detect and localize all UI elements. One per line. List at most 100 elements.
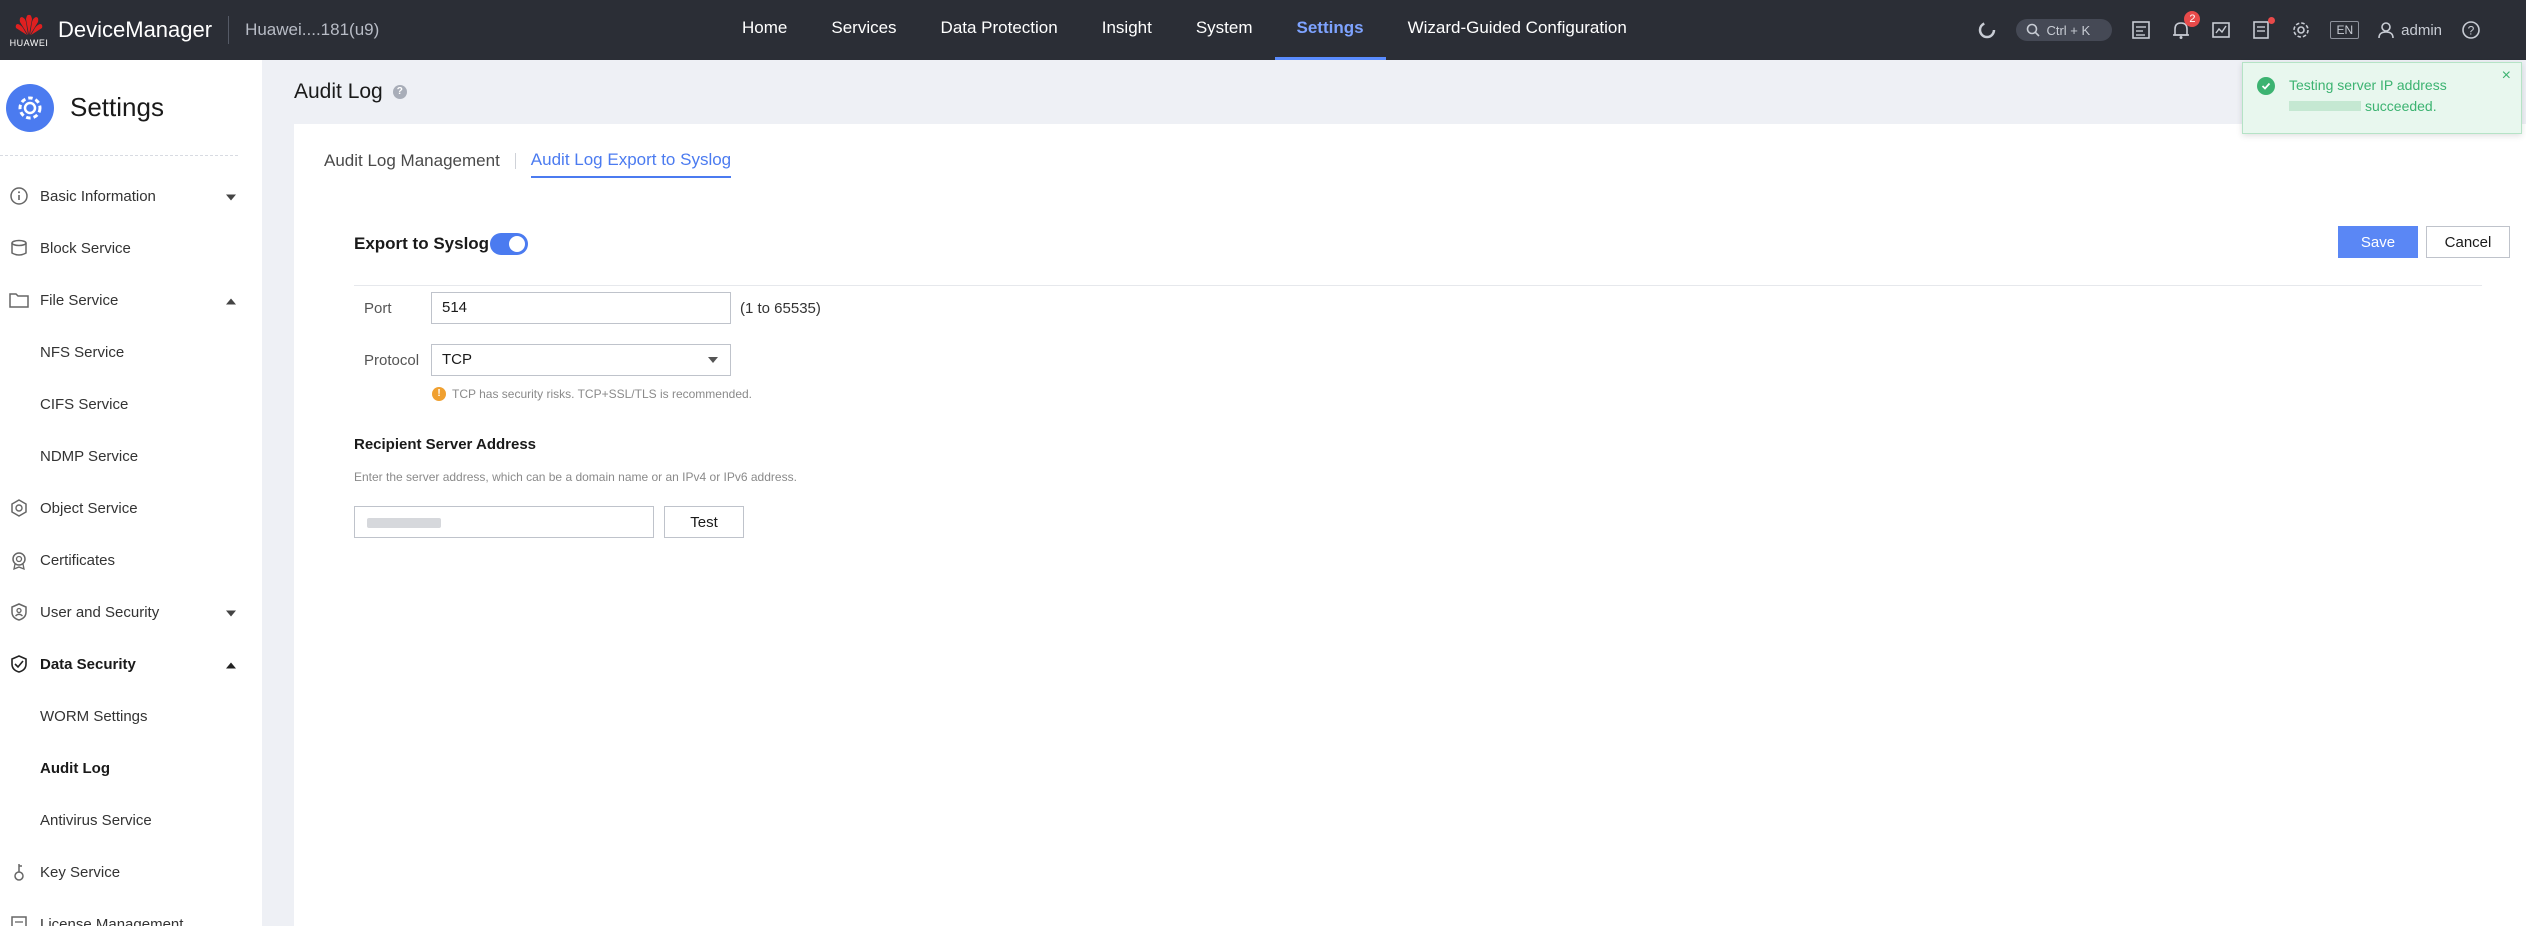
sidebar-item-label: Certificates (40, 551, 116, 569)
brand: HUAWEI DeviceManager Huawei....181(u9) (0, 0, 379, 60)
tab-audit-log-export-to-syslog[interactable]: Audit Log Export to Syslog (530, 150, 732, 178)
app-name: DeviceManager (58, 17, 213, 42)
sidebar-item-nfs-service[interactable]: NFS Service (0, 326, 262, 378)
sidebar-item-label: Audit Log (40, 759, 110, 777)
sidebar-item-basic-information[interactable]: Basic Information (0, 170, 262, 222)
sidebar-menu: Basic Information Block Service File Ser… (0, 170, 262, 926)
sidebar: Settings Basic Information Block Service… (0, 60, 262, 926)
tab-divider (514, 153, 516, 169)
main-panel: Audit Log Management Audit Log Export to… (294, 124, 2526, 926)
caret-up-icon (226, 656, 236, 673)
monitor-chart-icon[interactable] (2210, 19, 2232, 41)
protocol-warning-text: TCP has security risks. TCP+SSL/TLS is r… (452, 387, 752, 401)
sidebar-item-file-service[interactable]: File Service (0, 274, 262, 326)
settings-gear-icon (6, 83, 54, 132)
cancel-button[interactable]: Cancel (2426, 226, 2510, 258)
huawei-logo: HUAWEI (10, 7, 48, 53)
tabs: Audit Log Management Audit Log Export to… (324, 150, 732, 178)
export-to-syslog-label: Export to Syslog (354, 234, 490, 253)
chevron-down-icon (708, 357, 718, 363)
alarm-dot (2268, 17, 2276, 24)
recipient-server-address-hint: Enter the server address, which can be a… (354, 470, 797, 484)
nav-data-protection[interactable]: Data Protection (919, 0, 1080, 60)
user-menu[interactable]: admin (2377, 21, 2442, 39)
user-shield-icon (8, 601, 30, 623)
gear-icon[interactable] (2290, 19, 2312, 41)
warning-icon: ! (432, 387, 446, 401)
object-icon (8, 497, 30, 519)
task-list-icon[interactable] (2130, 19, 2152, 41)
page-title: Audit Log ? (294, 80, 407, 104)
notification-badge: 2 (2184, 11, 2201, 27)
nav-settings[interactable]: Settings (1274, 0, 1386, 60)
recipient-server-address-input[interactable] (354, 506, 654, 538)
sidebar-item-object-service[interactable]: Object Service (0, 482, 262, 534)
sidebar-item-key-service[interactable]: Key Service (0, 846, 262, 898)
device-name[interactable]: Huawei....181(u9) (245, 20, 379, 40)
caret-down-icon (226, 188, 236, 205)
sidebar-item-user-and-security[interactable]: User and Security (0, 586, 262, 638)
info-icon (8, 185, 30, 207)
tab-audit-log-management[interactable]: Audit Log Management (324, 151, 500, 177)
sidebar-item-certificates[interactable]: Certificates (0, 534, 262, 586)
help-icon[interactable]: ? (392, 85, 407, 99)
nav-system[interactable]: System (1174, 0, 1275, 60)
sidebar-item-block-service[interactable]: Block Service (0, 222, 262, 274)
help-icon[interactable]: ? (2460, 19, 2482, 41)
redacted-address (367, 518, 441, 528)
sidebar-item-label: Antivirus Service (40, 811, 152, 829)
port-label: Port (364, 300, 392, 317)
huawei-flower-icon (15, 14, 43, 35)
sidebar-item-label: License Management (40, 915, 184, 926)
sidebar-title: Settings (70, 92, 164, 122)
port-input[interactable]: 514 (431, 292, 731, 324)
sidebar-item-label: Basic Information (40, 187, 156, 205)
certificate-icon (8, 549, 30, 571)
sidebar-item-label: WORM Settings (40, 707, 148, 725)
export-to-syslog-toggle[interactable] (490, 233, 528, 255)
sidebar-item-label: NFS Service (40, 343, 125, 361)
caret-up-icon (226, 292, 236, 309)
protocol-select[interactable]: TCP (431, 344, 731, 376)
sidebar-item-antivirus-service[interactable]: Antivirus Service (0, 794, 262, 846)
key-icon (8, 861, 30, 883)
toast-message-status: succeeded. (2365, 98, 2437, 114)
sidebar-item-cifs-service[interactable]: CIFS Service (0, 378, 262, 430)
shield-icon (8, 653, 30, 675)
test-button[interactable]: Test (664, 506, 744, 538)
language-switch[interactable]: EN (2330, 21, 2360, 39)
toolbar-icons: Ctrl + K 2 EN admin ? (1976, 0, 2482, 60)
top-navigation-bar: HUAWEI DeviceManager Huawei....181(u9) H… (0, 0, 2526, 60)
search-icon (2027, 23, 2041, 37)
sidebar-item-label: User and Security (40, 603, 160, 621)
sidebar-item-license-management[interactable]: License Management (0, 898, 262, 926)
sidebar-item-label: Key Service (40, 863, 121, 881)
sidebar-item-ndmp-service[interactable]: NDMP Service (0, 430, 262, 482)
protocol-label: Protocol (364, 352, 420, 369)
check-circle-icon (2257, 77, 2275, 95)
close-icon[interactable]: × (2502, 67, 2511, 85)
nav-services[interactable]: Services (809, 0, 918, 60)
search-shortcut: Ctrl + K (2046, 22, 2091, 38)
sidebar-item-label: NDMP Service (40, 447, 139, 465)
sidebar-item-worm-settings[interactable]: WORM Settings (0, 690, 262, 742)
sidebar-item-audit-log[interactable]: Audit Log (0, 742, 262, 794)
loading-icon[interactable] (1976, 19, 1998, 41)
sidebar-header: Settings (0, 60, 238, 156)
svg-text:?: ? (2468, 24, 2475, 38)
nav-insight[interactable]: Insight (1080, 0, 1174, 60)
alarm-list-icon[interactable] (2250, 17, 2276, 41)
nav-wizard-guided-configuration[interactable]: Wizard-Guided Configuration (1386, 0, 1649, 60)
folder-icon (8, 289, 30, 311)
nav-home[interactable]: Home (720, 0, 809, 60)
bell-icon[interactable]: 2 (2170, 11, 2201, 41)
export-header-row: Export to Syslog Save Cancel (354, 218, 2510, 286)
recipient-server-address-title: Recipient Server Address (354, 436, 537, 453)
save-button[interactable]: Save (2338, 226, 2418, 258)
port-range-hint: (1 to 65535) (740, 300, 821, 317)
sidebar-item-data-security[interactable]: Data Security (0, 638, 262, 690)
protocol-warning: ! TCP has security risks. TCP+SSL/TLS is… (432, 387, 752, 401)
protocol-selected-value: TCP (442, 351, 472, 368)
global-search[interactable]: Ctrl + K (2016, 19, 2113, 41)
logo-text: HUAWEI (9, 37, 49, 48)
